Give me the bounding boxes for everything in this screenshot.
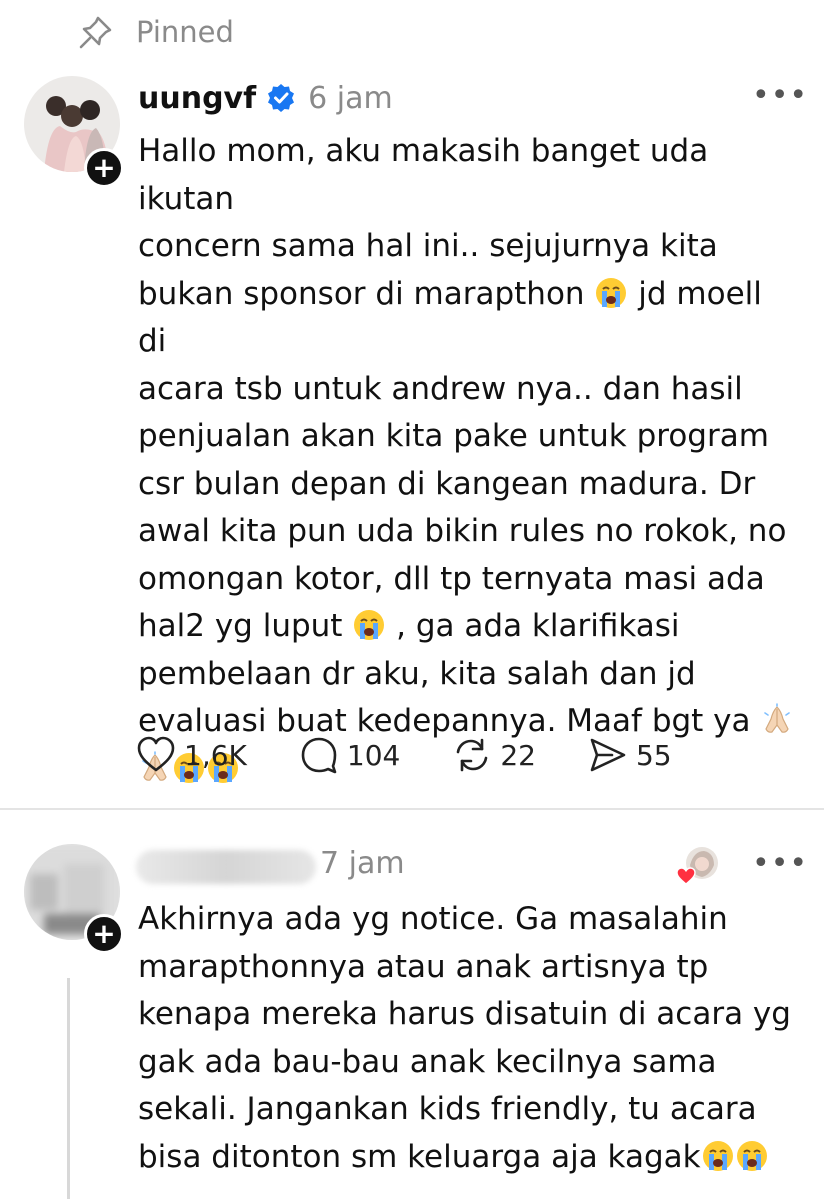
reply-more-button[interactable]: ••• <box>752 846 808 881</box>
post-time: 6 jam <box>308 80 393 116</box>
reply-username-redacted <box>136 850 316 884</box>
reply-text-line: marapthonnya atau anak artisnya tp <box>138 948 709 985</box>
share-count: 55 <box>635 738 672 772</box>
reply-text-line: bisa ditonton sm keluarga aja kagak <box>138 1134 798 1182</box>
crying-face-emoji <box>701 1139 735 1173</box>
post-text-line: bukan sponsor di marapthon jd moell di <box>138 275 762 360</box>
comment-button[interactable]: 104 <box>299 735 400 775</box>
post-text-line: awal kita pun uda bikin rules no rokok, … <box>138 513 787 549</box>
username[interactable]: uungvf <box>138 81 256 116</box>
post-text-line: penjualan akan kita pake untuk program <box>138 418 769 454</box>
more-icon: ••• <box>752 78 809 113</box>
more-icon: ••• <box>752 846 809 881</box>
heart-icon <box>676 867 696 885</box>
post-text-line: csr bulan depan di kangean madura. Dr <box>138 465 756 502</box>
pin-icon <box>79 16 112 49</box>
post-actions: 1,6K 104 22 55 <box>136 730 724 780</box>
thread-line <box>67 978 70 1199</box>
post-more-button[interactable]: ••• <box>752 78 808 113</box>
crying-face-emoji <box>352 608 386 642</box>
reply-text-line: Akhirnya ada yg notice. Ga masalahin <box>138 901 728 937</box>
comment-icon <box>301 737 337 774</box>
pinned-indicator: Pinned <box>78 12 234 52</box>
repost-icon <box>457 738 488 772</box>
reply-follow-plus-button[interactable]: + <box>84 914 124 954</box>
post-text-line: pembelaan dr aku, kita salah dan jd <box>138 655 696 692</box>
repost-button[interactable]: 22 <box>452 735 536 775</box>
post-text-line: acara tsb untuk andrew nya.. dan hasil <box>138 370 743 407</box>
post-text-line: omongan kotor, dll tp ternyata masi ada <box>138 560 765 597</box>
like-button[interactable]: 1,6K <box>136 735 247 775</box>
heart-icon <box>137 736 175 772</box>
plus-icon: + <box>92 917 116 950</box>
reply-text-line: gak ada bau-bau anak kecilnya sama <box>138 1043 717 1080</box>
post-header: uungvf 6 jam <box>138 76 393 120</box>
repost-count: 22 <box>500 738 536 772</box>
folded-hands-emoji <box>760 703 794 737</box>
follow-plus-button[interactable]: + <box>84 148 124 188</box>
reply-text-line: sekali. Jangankan kids friendly, tu acar… <box>138 1091 757 1127</box>
reply-body: Akhirnya ada yg notice. Ga masalahin mara… <box>138 896 798 1181</box>
crying-face-emoji <box>594 276 628 310</box>
like-count: 1,6K <box>184 738 247 772</box>
comment-count: 104 <box>346 738 401 772</box>
reply-text-line: kenapa mereka harus disatuin di acara yg <box>138 996 791 1032</box>
divider <box>0 808 824 810</box>
share-button[interactable]: 55 <box>588 735 672 775</box>
post-text-line: Hallo mom, aku makasih banget uda ikutan <box>138 133 709 217</box>
post-body: Hallo mom, aku makasih banget uda ikutan… <box>138 128 798 793</box>
post-text-line: hal2 yg luput , ga ada klarifikasi <box>138 608 680 644</box>
pinned-label: Pinned <box>136 15 234 49</box>
post-text-line: concern sama hal ini.. sejujurnya kita <box>138 228 718 264</box>
reply-time: 7 jam <box>320 846 405 881</box>
plus-icon: + <box>92 151 116 184</box>
crying-face-emoji <box>735 1139 769 1173</box>
share-icon <box>590 738 626 772</box>
liked-by-author-indicator <box>676 845 720 885</box>
verified-icon <box>268 84 295 112</box>
